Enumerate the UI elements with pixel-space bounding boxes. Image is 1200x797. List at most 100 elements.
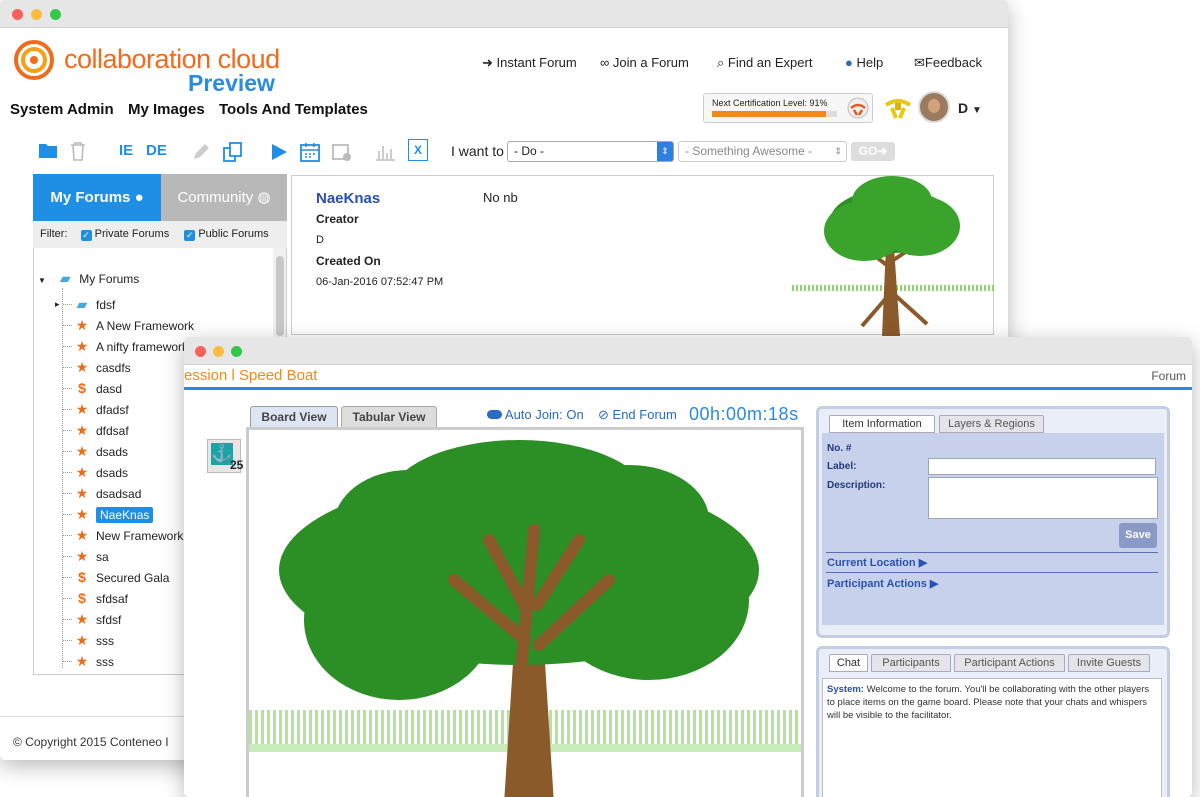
item-description-textarea[interactable] xyxy=(928,477,1158,519)
tree-item[interactable]: $ Secured Gala xyxy=(63,568,170,586)
tree-item[interactable]: ★ dsadsad xyxy=(63,484,141,502)
session-header: ession l Speed Boat Forum xyxy=(184,365,1192,390)
tree-item[interactable]: $ dasd xyxy=(63,379,123,397)
tree-item[interactable]: ★ New Framework xyxy=(63,526,183,544)
star-icon: ★ xyxy=(75,443,89,459)
tree-item[interactable]: ★ sfdsf xyxy=(63,610,121,628)
dollar-icon: $ xyxy=(78,380,86,396)
tree-root[interactable]: ▼ ▰ My Forums xyxy=(38,269,139,287)
caret-down-icon: ▼ xyxy=(972,105,982,116)
minimize-window-button[interactable] xyxy=(31,9,42,20)
save-button[interactable]: Save xyxy=(1119,523,1157,548)
pencil-icon[interactable] xyxy=(191,142,211,162)
folder-icon: ▰ xyxy=(76,296,88,312)
tree-item-label: dasd xyxy=(96,382,123,396)
tree-item[interactable]: ★ sss xyxy=(63,631,114,649)
tree-board-image xyxy=(249,440,801,797)
star-icon: ★ xyxy=(75,422,89,438)
excel-export-icon[interactable]: X xyxy=(408,139,428,161)
folder-icon[interactable] xyxy=(38,141,58,159)
tab-participants[interactable]: Participants xyxy=(871,654,951,672)
participant-actions-toggle[interactable]: Participant Actions ▶ xyxy=(827,577,938,590)
tree-item-label: sss xyxy=(96,634,114,648)
maximize-window-button[interactable] xyxy=(50,9,61,20)
tree-item[interactable]: ★ A nifty framework xyxy=(63,337,189,355)
system-admin-menu[interactable]: System Admin xyxy=(10,101,114,118)
tab-my-forums[interactable]: My Forums ● xyxy=(33,174,161,221)
calendar-settings-icon[interactable] xyxy=(331,141,353,163)
item-label-input[interactable] xyxy=(928,458,1156,475)
end-forum-button[interactable]: ⊘ End Forum xyxy=(598,407,677,423)
tree-connector xyxy=(63,430,72,431)
maximize-window-button[interactable] xyxy=(231,346,242,357)
game-board[interactable] xyxy=(246,427,804,797)
target-select[interactable]: - Something Awesome - ⇕ xyxy=(678,141,847,162)
caret-right-icon[interactable]: ▸ xyxy=(55,295,60,313)
export-de-button[interactable]: DE xyxy=(146,139,167,163)
tree-item[interactable]: ▸ ▰ fdsf xyxy=(55,295,115,313)
minimize-window-button[interactable] xyxy=(213,346,224,357)
tree-item[interactable]: ★ dfdsaf xyxy=(63,421,129,439)
find-expert-link[interactable]: ⌕ Find an Expert xyxy=(717,55,812,71)
user-initial: D xyxy=(958,100,969,116)
tools-templates-menu[interactable]: Tools And Templates xyxy=(219,101,368,118)
footer-copyright: © Copyright 2015 Conteneo I xyxy=(13,735,169,749)
anchor-item[interactable]: ⚓ 25 xyxy=(207,439,244,473)
user-menu[interactable]: D ▼ xyxy=(958,100,982,116)
tab-board-view[interactable]: Board View xyxy=(250,406,338,427)
my-images-menu[interactable]: My Images xyxy=(128,101,205,118)
system-message: Welcome to the forum. You'll be collabor… xyxy=(827,684,1150,721)
yellow-belt-icon xyxy=(884,99,912,119)
feedback-label: Feedback xyxy=(924,55,982,70)
current-location-toggle[interactable]: Current Location ▶ xyxy=(827,556,927,569)
tree-connector xyxy=(63,346,72,347)
tree-item[interactable]: ★ sss xyxy=(63,652,114,670)
anchor-count: 25 xyxy=(230,458,244,472)
bar-chart-icon[interactable] xyxy=(374,142,396,162)
export-ie-button[interactable]: IE xyxy=(119,139,133,163)
help-link[interactable]: ● Help xyxy=(845,55,883,70)
feedback-link[interactable]: ✉Feedback xyxy=(914,55,982,71)
select-arrows-icon: ⇕ xyxy=(657,142,673,161)
tree-item-label: Secured Gala xyxy=(96,571,170,585)
tab-participant-actions[interactable]: Participant Actions xyxy=(954,654,1065,672)
tree-connector xyxy=(63,619,72,620)
tab-community[interactable]: Community ◍ xyxy=(161,174,287,221)
calendar-icon[interactable] xyxy=(299,141,321,163)
globe-icon: ◍ xyxy=(257,189,271,206)
scrollbar-thumb[interactable] xyxy=(276,256,284,336)
action-select[interactable]: - Do - ⇕ xyxy=(507,141,674,162)
tab-chat[interactable]: Chat xyxy=(829,654,868,672)
tree-item[interactable]: ★ dfadsf xyxy=(63,400,129,418)
tree-item-label: A nifty framework xyxy=(96,340,189,354)
certification-bar-fill xyxy=(712,111,826,117)
tab-tabular-view[interactable]: Tabular View xyxy=(341,406,437,427)
join-forum-link[interactable]: ∞ Join a Forum xyxy=(600,55,689,70)
avatar[interactable] xyxy=(918,91,950,123)
tree-item[interactable]: ★ A New Framework xyxy=(63,316,194,334)
tab-item-information[interactable]: Item Information xyxy=(829,415,935,433)
tree-item[interactable]: ★ dsads xyxy=(63,442,128,460)
tree-item[interactable]: ★ NaeKnas xyxy=(63,505,154,523)
tree-item[interactable]: ★ dsads xyxy=(63,463,128,481)
copy-icon[interactable] xyxy=(222,141,244,163)
tab-layers-regions[interactable]: Layers & Regions xyxy=(939,415,1044,433)
auto-join-toggle[interactable]: Auto Join: On xyxy=(487,407,584,422)
tree-item[interactable]: ★ sa xyxy=(63,547,109,565)
close-window-button[interactable] xyxy=(195,346,206,357)
tab-invite-guests[interactable]: Invite Guests xyxy=(1068,654,1150,672)
close-window-button[interactable] xyxy=(12,9,23,20)
public-forums-checkbox[interactable]: ✓ xyxy=(184,230,196,241)
belt-icon xyxy=(847,97,869,119)
chevron-circle-icon: ➜ xyxy=(482,55,493,70)
tree-item[interactable]: ★ casdfs xyxy=(63,358,131,376)
trash-icon[interactable] xyxy=(69,141,87,161)
private-forums-label: Private Forums xyxy=(94,228,170,240)
tree-item[interactable]: $ sfdsaf xyxy=(63,589,128,607)
created-on-label: Created On xyxy=(316,254,381,268)
play-icon[interactable] xyxy=(269,142,289,162)
go-button[interactable]: GO➜ xyxy=(851,142,895,161)
private-forums-checkbox[interactable]: ✓ xyxy=(80,230,92,241)
forum-link[interactable]: Forum xyxy=(1151,365,1186,387)
instant-forum-link[interactable]: ➜ Instant Forum xyxy=(482,55,577,71)
